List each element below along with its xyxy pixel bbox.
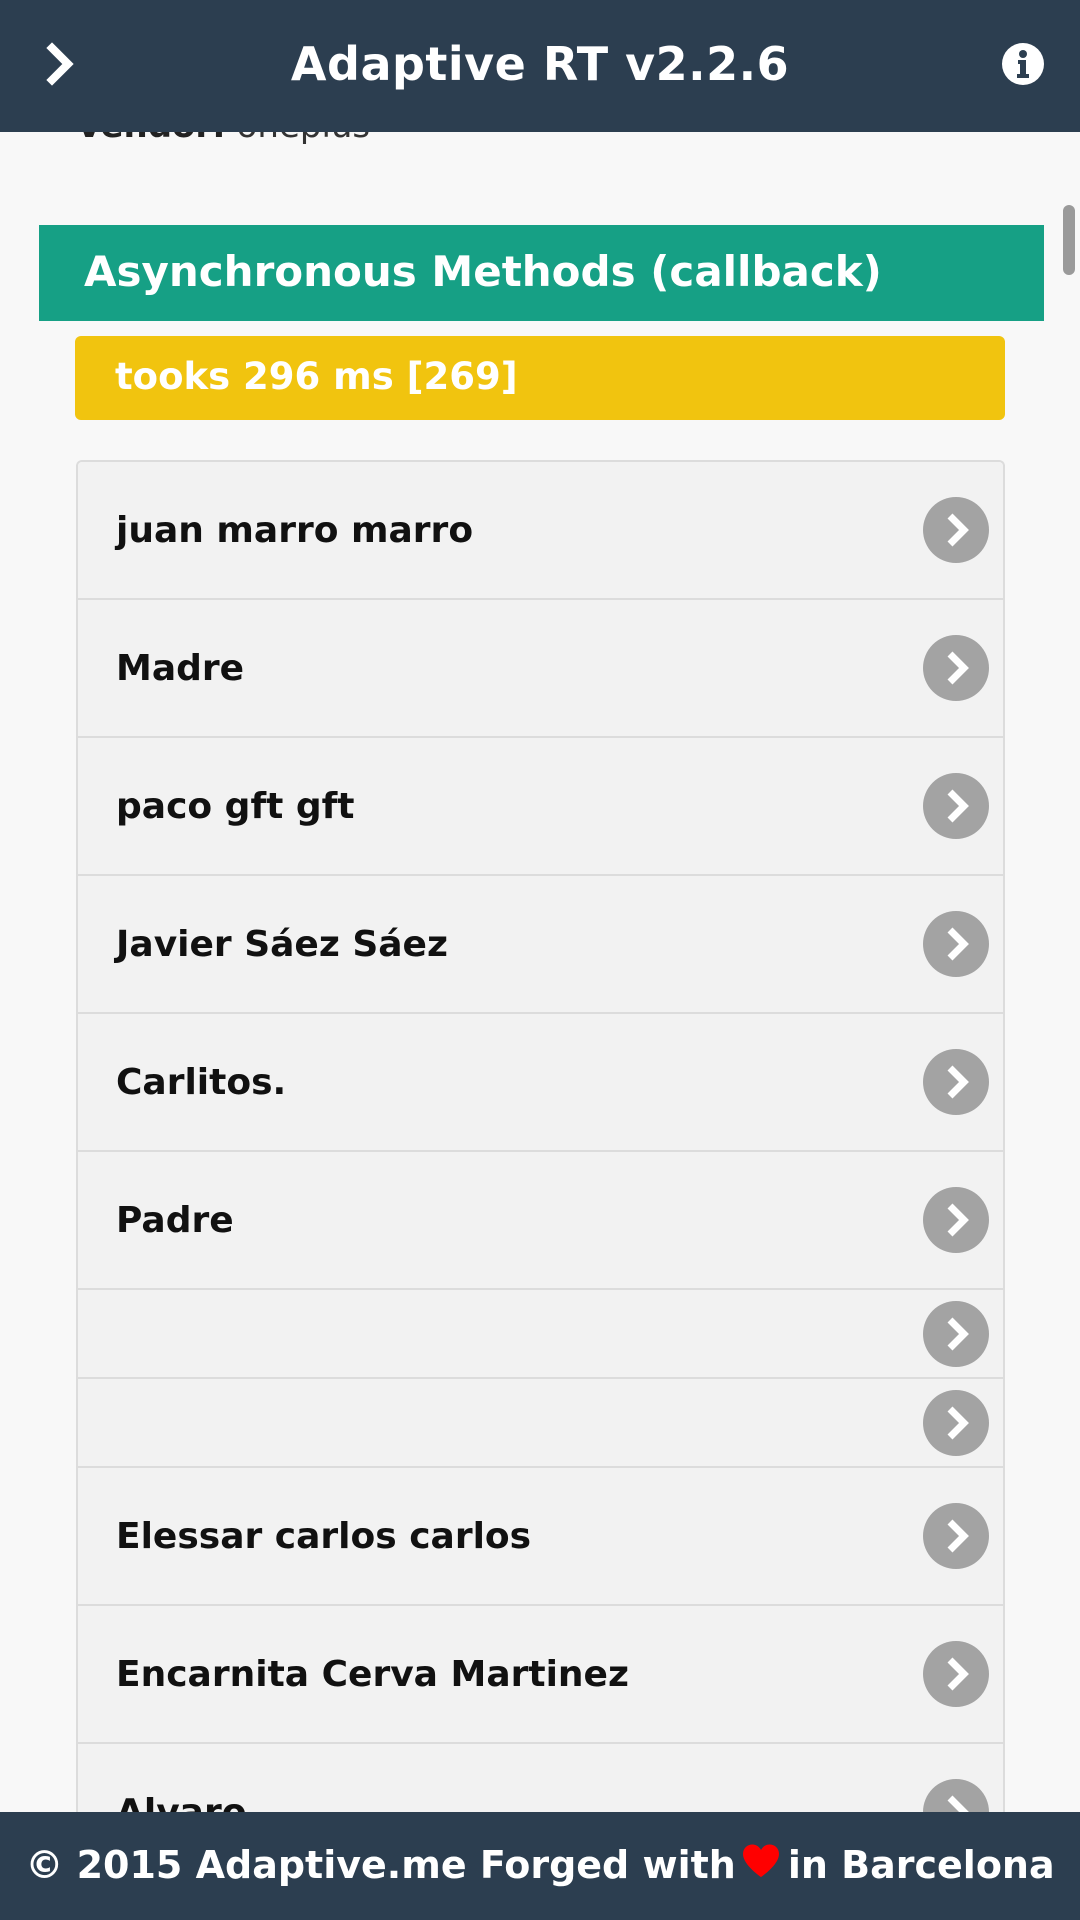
- page-title: Adaptive RT v2.2.6: [290, 37, 790, 91]
- main-content[interactable]: Vendor: oneplus Asynchronous Methods (ca…: [0, 132, 1080, 1812]
- contact-list: juan marro marro Madre paco gft gft Javi…: [76, 460, 1005, 1812]
- vendor-value: oneplus: [226, 132, 371, 146]
- scrollbar[interactable]: [1063, 205, 1075, 275]
- contact-name: Javier Sáez Sáez: [116, 923, 448, 965]
- chevron-right-icon[interactable]: [923, 497, 989, 563]
- list-item[interactable]: Elessar carlos carlos: [78, 1468, 1003, 1606]
- contact-name: Elessar carlos carlos: [116, 1515, 532, 1557]
- chevron-right-icon[interactable]: [923, 1389, 989, 1456]
- contact-name: paco gft gft: [116, 785, 355, 827]
- vendor-info: Vendor: oneplus: [76, 132, 370, 146]
- contact-name: Madre: [116, 647, 245, 689]
- timing-badge: tooks 296 ms [269]: [75, 336, 1005, 420]
- contact-name: juan marro marro: [116, 509, 474, 551]
- chevron-right-icon[interactable]: [923, 911, 989, 977]
- contact-name: Encarnita Cerva Martinez: [116, 1653, 629, 1695]
- chevron-right-icon[interactable]: [923, 635, 989, 701]
- chevron-right-icon[interactable]: [923, 1779, 989, 1812]
- info-icon[interactable]: [1000, 41, 1046, 87]
- contact-name: Padre: [116, 1199, 234, 1241]
- chevron-right-icon[interactable]: [923, 773, 989, 839]
- contact-name: Carlitos.: [116, 1061, 287, 1103]
- list-item[interactable]: Alvaro: [78, 1744, 1003, 1812]
- list-item[interactable]: Padre: [78, 1152, 1003, 1290]
- footer-text-before: © 2015 Adaptive.me Forged with: [25, 1843, 736, 1887]
- chevron-right-icon[interactable]: [923, 1641, 989, 1707]
- chevron-right-icon[interactable]: [923, 1503, 989, 1569]
- list-item[interactable]: Encarnita Cerva Martinez: [78, 1606, 1003, 1744]
- vendor-label: Vendor:: [76, 132, 226, 146]
- footer-text-after: in Barcelona: [787, 1843, 1055, 1887]
- list-item[interactable]: Javier Sáez Sáez: [78, 876, 1003, 1014]
- contact-name: Alvaro: [116, 1791, 247, 1813]
- app-footer: © 2015 Adaptive.me Forged with in Barcelo…: [0, 1812, 1080, 1920]
- list-item[interactable]: paco gft gft: [78, 738, 1003, 876]
- list-item[interactable]: Carlitos.: [78, 1014, 1003, 1152]
- list-item[interactable]: [78, 1379, 1003, 1468]
- chevron-right-icon[interactable]: [923, 1300, 989, 1367]
- heart-icon: [742, 1812, 780, 1918]
- chevron-right-icon[interactable]: [923, 1187, 989, 1253]
- section-header: Asynchronous Methods (callback): [39, 225, 1044, 321]
- list-item[interactable]: Madre: [78, 600, 1003, 738]
- chevron-right-icon[interactable]: [923, 1049, 989, 1115]
- list-item[interactable]: [78, 1290, 1003, 1379]
- app-header: Adaptive RT v2.2.6: [0, 0, 1080, 132]
- list-item[interactable]: juan marro marro: [78, 462, 1003, 600]
